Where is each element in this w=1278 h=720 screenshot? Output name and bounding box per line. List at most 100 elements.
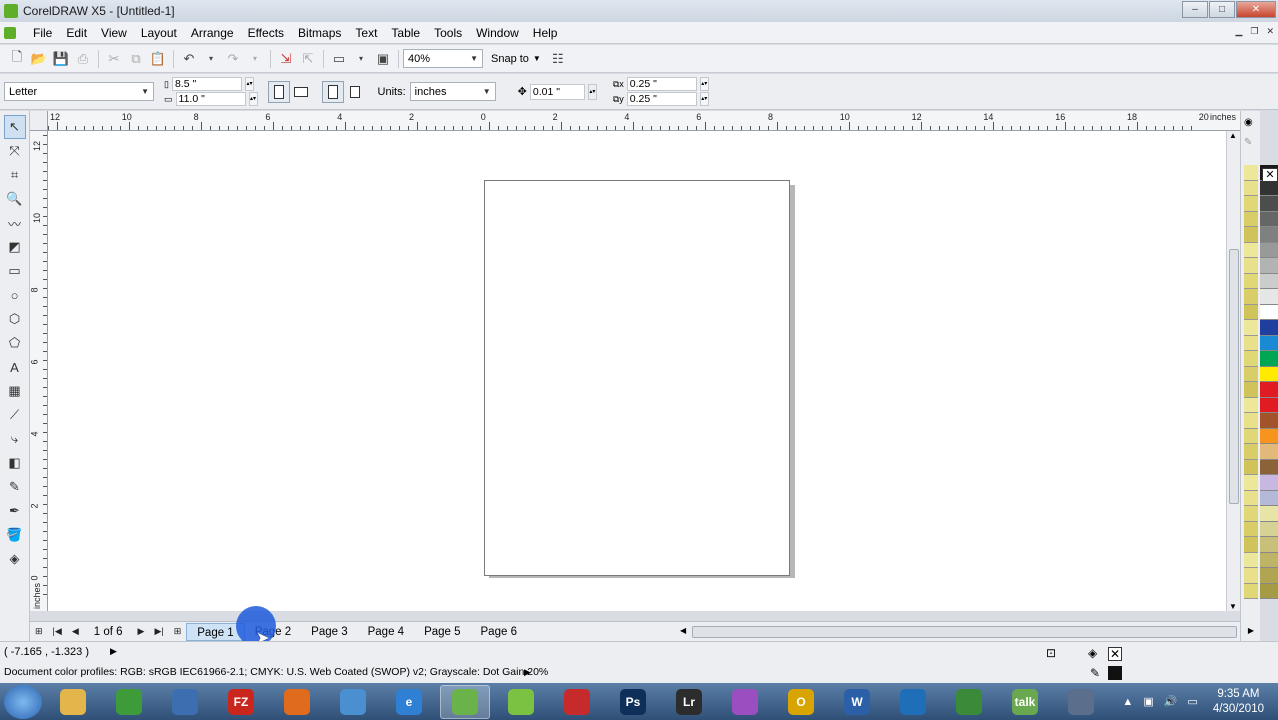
menu-bitmaps[interactable]: Bitmaps [291,26,348,40]
power-icon[interactable]: ▭ [1187,695,1197,708]
color-swatch[interactable] [1260,335,1278,351]
secondary-color-swatch[interactable] [1244,413,1258,429]
menu-arrange[interactable]: Arrange [184,26,241,40]
current-page-button[interactable] [344,81,366,103]
ellipse-tool-icon[interactable]: ○ [4,283,26,307]
save-icon[interactable]: 💾 [50,48,72,70]
secondary-color-swatch[interactable] [1244,552,1258,568]
page-tab-5[interactable]: Page 5 [414,623,470,641]
taskbar-app-explorer[interactable] [48,685,98,719]
color-swatch[interactable] [1260,521,1278,537]
color-swatch[interactable] [1260,490,1278,506]
secondary-color-swatch[interactable] [1244,351,1258,367]
page-tab-6[interactable]: Page 6 [471,623,527,641]
secondary-color-swatch[interactable] [1244,335,1258,351]
secondary-color-swatch[interactable] [1244,273,1258,289]
network-icon[interactable]: ▣ [1143,695,1153,708]
taskbar-app-word[interactable]: W [832,685,882,719]
taskbar-app-teamviewer[interactable] [888,685,938,719]
landscape-button[interactable] [290,81,312,103]
menu-layout[interactable]: Layout [134,26,184,40]
menu-text[interactable]: Text [348,26,384,40]
color-swatch[interactable] [1260,552,1278,568]
fill-bucket-icon[interactable]: ◈ [1088,646,1097,660]
secondary-color-swatch[interactable] [1244,537,1258,553]
snap-to-dropdown[interactable]: Snap to ▼ [491,53,541,65]
text-tool-icon[interactable]: A [4,355,26,379]
taskbar-app-chrome[interactable] [104,685,154,719]
palette-no-color-swatch[interactable]: ✕ [1262,168,1278,182]
menu-table[interactable]: Table [384,26,427,40]
color-swatch[interactable] [1260,304,1278,320]
redo-dropdown-icon[interactable]: ▾ [244,48,266,70]
paste-icon[interactable]: 📋 [147,48,169,70]
vertical-scroll-thumb[interactable] [1229,249,1239,504]
add-page-before-icon[interactable]: ⊞ [30,626,48,637]
secondary-color-swatch[interactable] [1244,366,1258,382]
secondary-color-swatch[interactable] [1244,304,1258,320]
secondary-color-swatch[interactable] [1244,444,1258,460]
basic-shapes-tool-icon[interactable]: ⬠ [4,331,26,355]
horizontal-scroll-thumb[interactable] [692,626,1237,638]
welcome-screen-icon[interactable]: ▣ [372,48,394,70]
maximize-button[interactable]: □ [1209,1,1235,18]
taskbar-app-photoshop[interactable]: Ps [608,685,658,719]
first-page-icon[interactable]: |◀ [48,626,67,637]
color-swatch[interactable] [1260,568,1278,584]
zoom-tool-icon[interactable]: 🔍 [4,187,26,211]
snap-status-icon[interactable]: ⊡ [1046,646,1056,660]
add-page-after-icon[interactable]: ⊞ [169,626,187,637]
color-swatch[interactable] [1260,180,1278,196]
doc-restore-icon[interactable]: ❐ [1250,26,1258,37]
secondary-color-swatch[interactable] [1244,506,1258,522]
freehand-tool-icon[interactable]: 〰 [4,211,26,235]
color-swatch[interactable] [1260,397,1278,413]
application-launcher-icon[interactable]: ▭ [328,48,350,70]
outline-none-swatch[interactable]: ✕ [1108,647,1122,661]
taskbar-app-corel-active[interactable] [440,684,490,719]
units-select[interactable]: inches ▼ [409,82,496,101]
shape-tool-icon[interactable]: ⤧ [4,139,26,163]
paper-type-select[interactable]: Letter ▼ [4,82,154,101]
profiles-expand-icon[interactable]: ▶ [524,667,531,678]
duplicate-x-spinner[interactable]: ▴▾ [699,77,709,91]
horizontal-scrollbar[interactable]: ◀ ▶ [680,625,1254,639]
color-swatch[interactable] [1260,242,1278,258]
pick-tool-icon[interactable]: ↖ [3,115,26,139]
taskbar-app-picasa[interactable] [720,685,770,719]
height-spinner[interactable]: ▴▾ [248,92,258,106]
scroll-up-icon[interactable]: ▲ [1229,131,1237,140]
coreldraw-app-icon[interactable] [4,4,18,18]
doc-close-icon[interactable]: ✕ [1266,26,1274,37]
previous-page-icon[interactable]: ◀ [67,626,84,637]
tray-expand-icon[interactable]: ▲ [1122,696,1133,708]
secondary-color-swatch[interactable] [1244,568,1258,584]
secondary-color-swatch[interactable] [1244,227,1258,243]
nudge-spinner[interactable]: ▴▾ [587,83,597,100]
color-swatch[interactable] [1260,366,1278,382]
drawing-page[interactable] [484,180,790,576]
color-swatch[interactable] [1260,196,1278,212]
menu-tools[interactable]: Tools [427,26,469,40]
color-swatch[interactable] [1260,537,1278,553]
color-swatch[interactable] [1260,413,1278,429]
secondary-color-swatch[interactable] [1244,165,1258,181]
color-swatch[interactable] [1260,382,1278,398]
outline-pen-icon[interactable]: ✎ [1090,666,1100,680]
duplicate-y-spinner[interactable]: ▴▾ [699,92,709,106]
secondary-color-swatch[interactable] [1244,397,1258,413]
page-tab-4[interactable]: Page 4 [358,623,414,641]
dimension-tool-icon[interactable]: ⟋ [4,403,26,427]
clock[interactable]: 9:35 AM 4/30/2010 [1213,687,1264,717]
secondary-color-swatch[interactable] [1244,583,1258,599]
color-swatch[interactable] [1260,289,1278,305]
secondary-color-swatch[interactable] [1244,196,1258,212]
new-document-icon[interactable]: 🗋 [6,48,28,70]
next-page-icon[interactable]: ▶ [133,626,150,637]
secondary-color-swatch[interactable] [1244,490,1258,506]
crop-tool-icon[interactable]: ⌗ [4,163,26,187]
outline-pen-tool-icon[interactable]: ✒ [4,499,26,523]
close-button[interactable]: ✕ [1236,1,1276,18]
eyedropper-tool-icon[interactable]: ✎ [4,475,26,499]
taskbar-app-thunderbird[interactable] [160,685,210,719]
